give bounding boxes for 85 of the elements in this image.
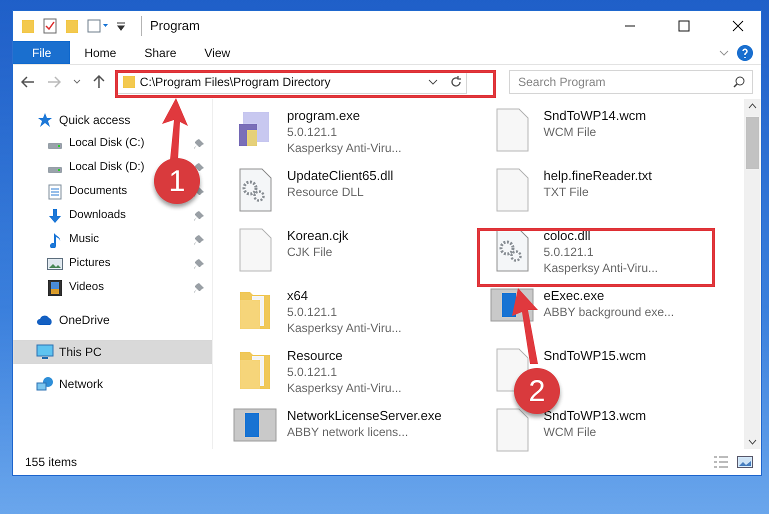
sidebar-item[interactable]: Local Disk (C:) [69, 135, 144, 153]
cloud-icon [36, 314, 54, 326]
view-options-icon[interactable] [87, 19, 109, 33]
folder-icon [21, 18, 35, 34]
file-icon [494, 408, 528, 452]
file-name[interactable]: eExec.exe [544, 288, 674, 304]
pin-icon[interactable] [194, 163, 204, 173]
sidebar-item[interactable]: Quick access [13, 108, 212, 132]
pin-icon[interactable] [194, 283, 204, 293]
monitor-icon [36, 344, 54, 360]
pin-icon[interactable] [194, 259, 204, 269]
file-name[interactable]: help.fineReader.txt [544, 168, 652, 184]
sidebar-item[interactable]: OneDrive [13, 308, 212, 332]
address-path: C:\Program Files\Program Directory [140, 74, 332, 91]
search-icon [733, 76, 745, 88]
sidebar-item[interactable]: Music [69, 231, 100, 249]
scroll-thumb[interactable] [746, 117, 759, 169]
sidebar-item[interactable]: Local Disk (D:) [69, 159, 144, 177]
customize-toolbar-icon[interactable] [117, 21, 125, 31]
details-view-icon[interactable] [713, 456, 729, 468]
item-count: 155 items [25, 454, 78, 471]
file-detail: ABBY network licens... [287, 424, 410, 440]
sidebar-item[interactable]: Documents [69, 183, 128, 201]
refresh-icon[interactable] [450, 76, 462, 88]
gear-file-icon [238, 168, 272, 212]
file-detail: Resource DLL [287, 184, 365, 200]
file-detail: Kasperksy Anti-Viru... [544, 260, 658, 276]
sidebar-item[interactable]: Network [13, 372, 212, 396]
star-icon [37, 112, 53, 128]
pin-icon[interactable] [194, 139, 204, 149]
file-icon [238, 228, 272, 272]
file-name[interactable]: SndToWP15.wcm [544, 348, 646, 364]
file-icon [494, 168, 528, 212]
file-name[interactable]: coloc.dll [544, 228, 658, 244]
pin-icon[interactable] [194, 211, 204, 221]
film-icon [48, 280, 62, 296]
file-detail: Kasperksy Anti-Viru... [287, 380, 402, 396]
scroll-down-icon[interactable] [748, 439, 757, 445]
file-detail: 5.0.121.1 [287, 304, 338, 320]
large-icons-view-icon[interactable] [737, 456, 753, 468]
file-detail: WCM File [544, 124, 598, 140]
file-detail: Kasperksy Anti-Viru... [287, 320, 402, 336]
scrollbar[interactable] [744, 99, 761, 449]
back-arrow-icon[interactable] [21, 76, 35, 88]
chevron-down-icon[interactable] [428, 79, 438, 85]
picture-icon [47, 258, 63, 270]
file-name[interactable]: program.exe [287, 108, 402, 124]
file-detail: 5.0.121.1 [287, 124, 338, 140]
address-bar[interactable]: C:\Program Files\Program Directory [116, 70, 468, 94]
network-icon [36, 376, 54, 392]
file-detail: WCM File [544, 424, 598, 440]
file-name[interactable]: Resource [287, 348, 402, 364]
file-name[interactable]: UpdateClient65.dll [287, 168, 394, 184]
scroll-up-icon[interactable] [748, 103, 757, 109]
gear-file-icon [494, 228, 528, 272]
pin-icon[interactable] [194, 235, 204, 245]
file-detail: CJK File [287, 244, 334, 260]
sidebar-item[interactable]: Downloads [69, 207, 126, 225]
sidebar-item[interactable]: This PC [13, 340, 212, 364]
search-field[interactable]: Search Program [509, 70, 753, 94]
file-icon [494, 108, 528, 152]
download-icon [47, 208, 63, 224]
up-arrow-icon[interactable] [92, 75, 105, 89]
ribbon-tab[interactable]: Home [70, 41, 130, 64]
sidebar-item[interactable]: Pictures [69, 255, 111, 273]
file-name[interactable]: NetworkLicenseServer.exe [287, 408, 442, 424]
file-detail: ABBY background exe... [544, 304, 674, 320]
file-name[interactable]: SndToWP14.wcm [544, 108, 646, 124]
folder-icon [122, 75, 136, 89]
file-name[interactable]: Korean.cjk [287, 228, 348, 244]
file-detail: 5.0.121.1 [287, 364, 338, 380]
sidebar-item[interactable]: Videos [69, 279, 104, 297]
help-icon[interactable] [737, 44, 753, 60]
app-window-icon [233, 408, 277, 442]
window-title: Program [141, 16, 200, 36]
file-name[interactable]: x64 [287, 288, 402, 304]
file-detail: TXT File [544, 184, 590, 200]
ribbon-tab[interactable]: Share [130, 41, 190, 64]
chevron-down-icon[interactable] [72, 79, 81, 85]
ribbon-tab[interactable]: View [190, 41, 244, 64]
document-icon [48, 184, 62, 200]
file-detail: 5.0.121.1 [544, 244, 595, 260]
file-detail: Kasperksy Anti-Viru... [287, 140, 402, 156]
properties-icon[interactable] [43, 18, 57, 34]
music-note-icon [48, 232, 62, 248]
